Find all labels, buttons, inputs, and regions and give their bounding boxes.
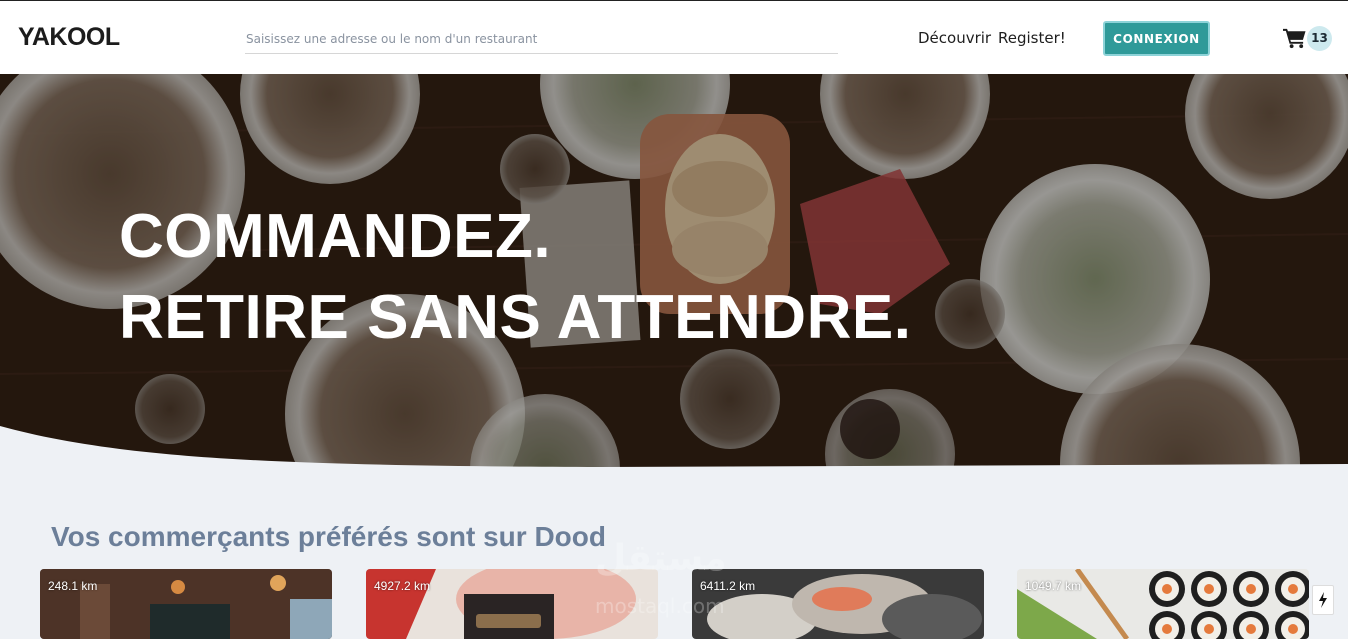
hero-headline-line1: COMMANDEZ.	[119, 202, 552, 271]
hero-headline-line2: RETIRE SANS ATTENDRE.	[119, 283, 912, 352]
nav-discover-link[interactable]: Découvrir	[918, 29, 991, 47]
login-button[interactable]: CONNEXION	[1103, 21, 1210, 56]
hero-headline: COMMANDEZ. RETIRE SANS ATTENDRE.	[119, 196, 911, 358]
nav-register-link[interactable]: Register!	[998, 29, 1066, 47]
quick-action-button[interactable]	[1312, 585, 1334, 615]
watermark-arabic: مستقل	[595, 538, 727, 579]
site-logo[interactable]: YAKOOL	[18, 23, 120, 52]
hero-banner: COMMANDEZ. RETIRE SANS ATTENDRE.	[0, 74, 1348, 470]
distance-label: 4927.2 km	[374, 579, 431, 593]
top-navbar: YAKOOL Découvrir Register! CONNEXION 13	[0, 1, 1348, 74]
shopping-cart-icon[interactable]	[1283, 27, 1306, 49]
merchant-card[interactable]: 1049.7 km	[1017, 569, 1309, 639]
distance-label: 248.1 km	[48, 579, 98, 593]
distance-label: 1049.7 km	[1025, 579, 1082, 593]
watermark: مستقل mostaql.com	[595, 538, 755, 623]
watermark-latin: mostaql.com	[595, 594, 725, 618]
search-input[interactable]	[245, 25, 838, 54]
section-title: Vos commerçants préférés sont sur Dood	[51, 521, 606, 552]
cart-count-badge[interactable]: 13	[1307, 26, 1332, 51]
merchant-card[interactable]: 248.1 km	[40, 569, 332, 639]
lightning-icon	[1319, 592, 1327, 608]
